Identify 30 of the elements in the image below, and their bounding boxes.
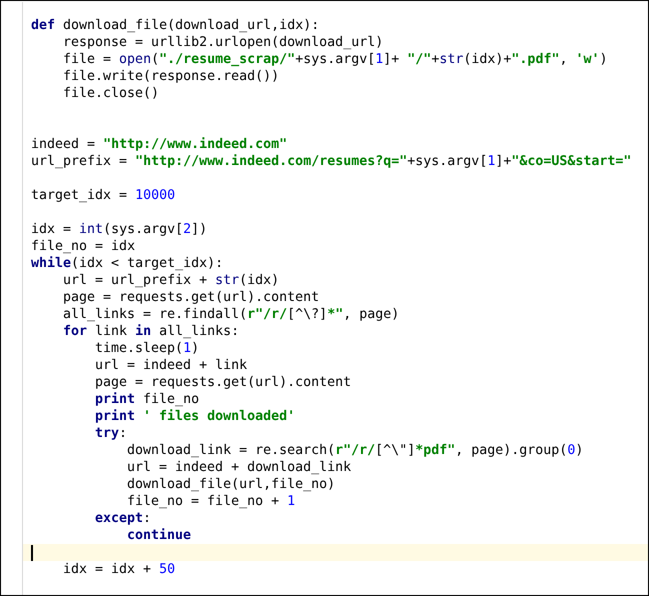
code-line: page = requests.get(url).content (63, 289, 320, 306)
code-line: continue (127, 527, 192, 544)
code-line: file.write(response.read()) (63, 68, 280, 85)
text-cursor (31, 544, 33, 560)
code-line: download_link = re.search(r"/r/[^\"]*pdf", page).group(0) (127, 442, 584, 459)
code-line: target_idx = 10000 (31, 187, 176, 204)
code-line: while(idx < target_idx): (31, 255, 224, 272)
code-line: url = url_prefix + str(idx) (63, 272, 280, 289)
code-line: page = requests.get(url).content (95, 374, 352, 391)
code-line: url = indeed + link (95, 357, 248, 374)
code-line: all_links = re.findall(r"/r/[^\?]*", page) (63, 306, 400, 323)
code-line: file_no = file_no + 1 (127, 493, 296, 510)
code-line: for link in all_links: (63, 323, 240, 340)
code-line: idx = idx + 50 (63, 561, 176, 578)
code-line: url = indeed + download_link (127, 459, 352, 476)
code-line: file_no = idx (31, 238, 136, 255)
code-line: url_prefix = "http://www.indeed.com/resumes?q="+sys.argv[1]+"&co=US&start=" (31, 153, 632, 170)
code-line: except: (95, 510, 152, 527)
code-line: file = open("./resume_scrap/"+sys.argv[1]+ "/"+str(idx)+".pdf", 'w') (63, 51, 608, 68)
code-line: print ' files downloaded' (95, 408, 296, 425)
code-line: response = urllib2.urlopen(download_url) (63, 34, 384, 51)
code-line: indeed = "http://www.indeed.com" (31, 136, 288, 153)
code-editor[interactable] (0, 0, 649, 596)
code-line: try: (95, 425, 128, 442)
code-line: print file_no (95, 391, 200, 408)
code-line: file.close() (63, 85, 160, 102)
code-line: download_file(url,file_no) (127, 476, 336, 493)
code-line: time.sleep(1) (95, 340, 200, 357)
code-line: idx = int(sys.argv[2]) (31, 221, 208, 238)
code-line: def download_file(download_url,idx): (31, 17, 320, 34)
